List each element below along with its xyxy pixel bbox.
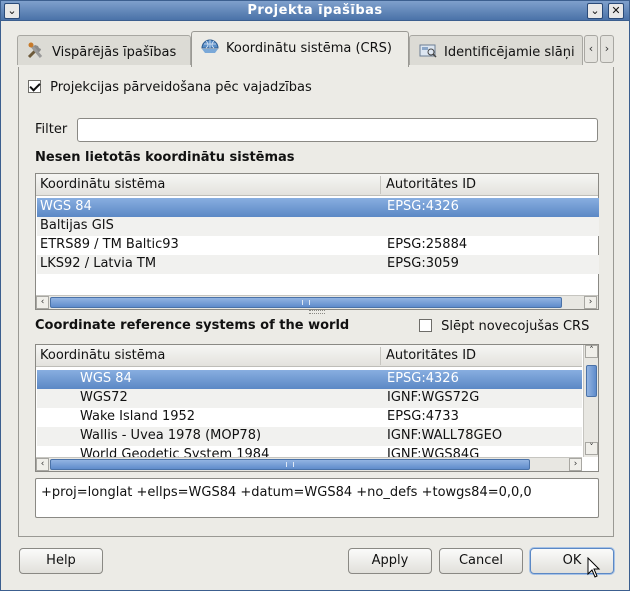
world-col-authority[interactable]: Autoritātes ID	[386, 348, 476, 363]
splitter-handle[interactable]	[309, 310, 325, 314]
tab-general-label: Vispārējās īpašības	[52, 45, 177, 60]
tab-identify-layers-label: Identificējamie slāņi	[444, 45, 575, 60]
tab-crs[interactable]: Koordinātu sistēma (CRS)	[191, 31, 409, 67]
row-authority-id: EPSG:4326	[387, 199, 459, 214]
row-crs-name: WGS 84	[80, 371, 132, 386]
filter-label: Filter	[35, 122, 68, 137]
world-table-header: Koordinātu sistēma Autoritātes ID	[36, 345, 582, 367]
projection-checkbox-label: Projekcijas pārveidošana pēc vajadzības	[50, 80, 312, 95]
identify-layers-icon	[418, 42, 438, 60]
world-col-crs[interactable]: Koordinātu sistēma	[40, 348, 165, 363]
recent-col-crs[interactable]: Koordinātu sistēma	[40, 177, 165, 192]
table-row[interactable]: Baltijas GIS	[37, 217, 599, 236]
table-row[interactable]: WGS 84 EPSG:4326	[37, 370, 582, 389]
scroll-thumb[interactable]	[50, 297, 562, 308]
row-crs-name: Wake Island 1952	[80, 409, 196, 424]
row-authority-id: EPSG:4326	[387, 371, 459, 386]
window-title: Projekta īpašības	[247, 3, 383, 18]
tab-bar: Vispārējās īpašības Koordinātu sistēma (…	[17, 31, 617, 67]
crs-tab-page: Projekcijas pārveidošana pēc vajadzības …	[18, 67, 614, 537]
table-row[interactable]: ETRS89 / TM Baltic93 EPSG:25884	[37, 236, 599, 255]
projection-checkbox-row[interactable]: Projekcijas pārveidošana pēc vajadzības	[28, 80, 312, 95]
recent-table-header: Koordinātu sistēma Autoritātes ID	[36, 174, 598, 196]
title-bar: ⌄ Projekta īpašības ⌄ ✕	[1, 1, 629, 21]
scroll-left-arrow[interactable]: ‹	[36, 296, 49, 309]
tab-scroll-right-button[interactable]: ›	[600, 35, 614, 63]
hide-deprecated-label: Slēpt novecojušas CRS	[441, 319, 590, 334]
hide-deprecated-row[interactable]: Slēpt novecojušas CRS	[419, 319, 589, 334]
row-authority-id: EPSG:4733	[387, 409, 459, 424]
tab-crs-label: Koordinātu sistēma (CRS)	[226, 41, 392, 56]
table-row[interactable]: WGS 84 EPSG:4326	[37, 198, 599, 217]
recent-crs-table: Koordinātu sistēma Autoritātes ID WGS 84…	[35, 173, 599, 310]
scroll-right-arrow[interactable]: ›	[584, 296, 597, 309]
tab-scroll-left-button[interactable]: ‹	[584, 35, 598, 63]
scroll-right-arrow[interactable]: ›	[569, 458, 582, 471]
row-crs-name: WGS72	[80, 390, 128, 405]
recent-col-authority[interactable]: Autoritātes ID	[386, 177, 476, 192]
minimize-button[interactable]: ⌄	[587, 3, 603, 19]
scroll-thumb[interactable]	[50, 459, 530, 470]
globe-icon	[200, 38, 220, 56]
tools-icon	[26, 42, 46, 60]
row-crs-name: Wallis - Uvea 1978 (MOP78)	[80, 428, 262, 443]
table-row[interactable]: Wake Island 1952 EPSG:4733	[37, 408, 582, 427]
tab-general[interactable]: Vispārējās īpašības	[17, 35, 191, 65]
scroll-up-arrow[interactable]: ˄	[585, 345, 598, 358]
projection-checkbox[interactable]	[28, 80, 41, 93]
row-authority-id: IGNF:WALL78GEO	[387, 428, 503, 443]
row-authority-id: EPSG:25884	[387, 237, 468, 252]
world-crs-title: Coordinate reference systems of the worl…	[35, 318, 350, 333]
row-authority-id: IGNF:WGS72G	[387, 390, 480, 405]
filter-input[interactable]	[77, 118, 598, 142]
scroll-down-arrow[interactable]: ˅	[585, 442, 598, 455]
tab-identify-layers[interactable]: Identificējamie slāņi	[409, 35, 583, 65]
row-crs-name: ETRS89 / TM Baltic93	[40, 237, 179, 252]
row-crs-name: LKS92 / Latvia TM	[40, 256, 157, 271]
project-properties-dialog: ⌄ Projekta īpašības ⌄ ✕ Vispārējās īpašī…	[0, 0, 630, 591]
row-authority-id: EPSG:3059	[387, 256, 459, 271]
close-button[interactable]: ✕	[608, 3, 624, 19]
table-row[interactable]: LKS92 / Latvia TM EPSG:3059	[37, 255, 599, 274]
table-row[interactable]: WGS72 IGNF:WGS72G	[37, 389, 582, 408]
table-row[interactable]: Wallis - Uvea 1978 (MOP78) IGNF:WALL78GE…	[37, 427, 582, 446]
row-crs-name: WGS 84	[40, 199, 92, 214]
row-crs-name: Baltijas GIS	[40, 218, 114, 233]
apply-button[interactable]: Apply	[348, 548, 432, 574]
cancel-button[interactable]: Cancel	[439, 548, 523, 574]
recent-crs-title: Nesen lietotās koordinātu sistēmas	[35, 150, 295, 165]
scroll-thumb[interactable]	[586, 365, 597, 397]
scroll-left-arrow[interactable]: ‹	[36, 458, 49, 471]
world-crs-table: Koordinātu sistēma Autoritātes ID WGS 84…	[35, 344, 599, 472]
proj-string-field[interactable]: +proj=longlat +ellps=WGS84 +datum=WGS84 …	[35, 478, 599, 518]
world-horizontal-scrollbar[interactable]: ‹ ›	[36, 457, 582, 471]
recent-horizontal-scrollbar[interactable]: ‹ ›	[36, 295, 598, 309]
mouse-cursor-icon	[587, 557, 601, 578]
proj-string-text: +proj=longlat +ellps=WGS84 +datum=WGS84 …	[41, 485, 532, 500]
hide-deprecated-checkbox[interactable]	[419, 319, 432, 332]
ok-button[interactable]: OK	[530, 548, 614, 574]
help-button[interactable]: Help	[19, 548, 103, 574]
world-vertical-scrollbar[interactable]: ˄ ˅	[583, 345, 598, 457]
